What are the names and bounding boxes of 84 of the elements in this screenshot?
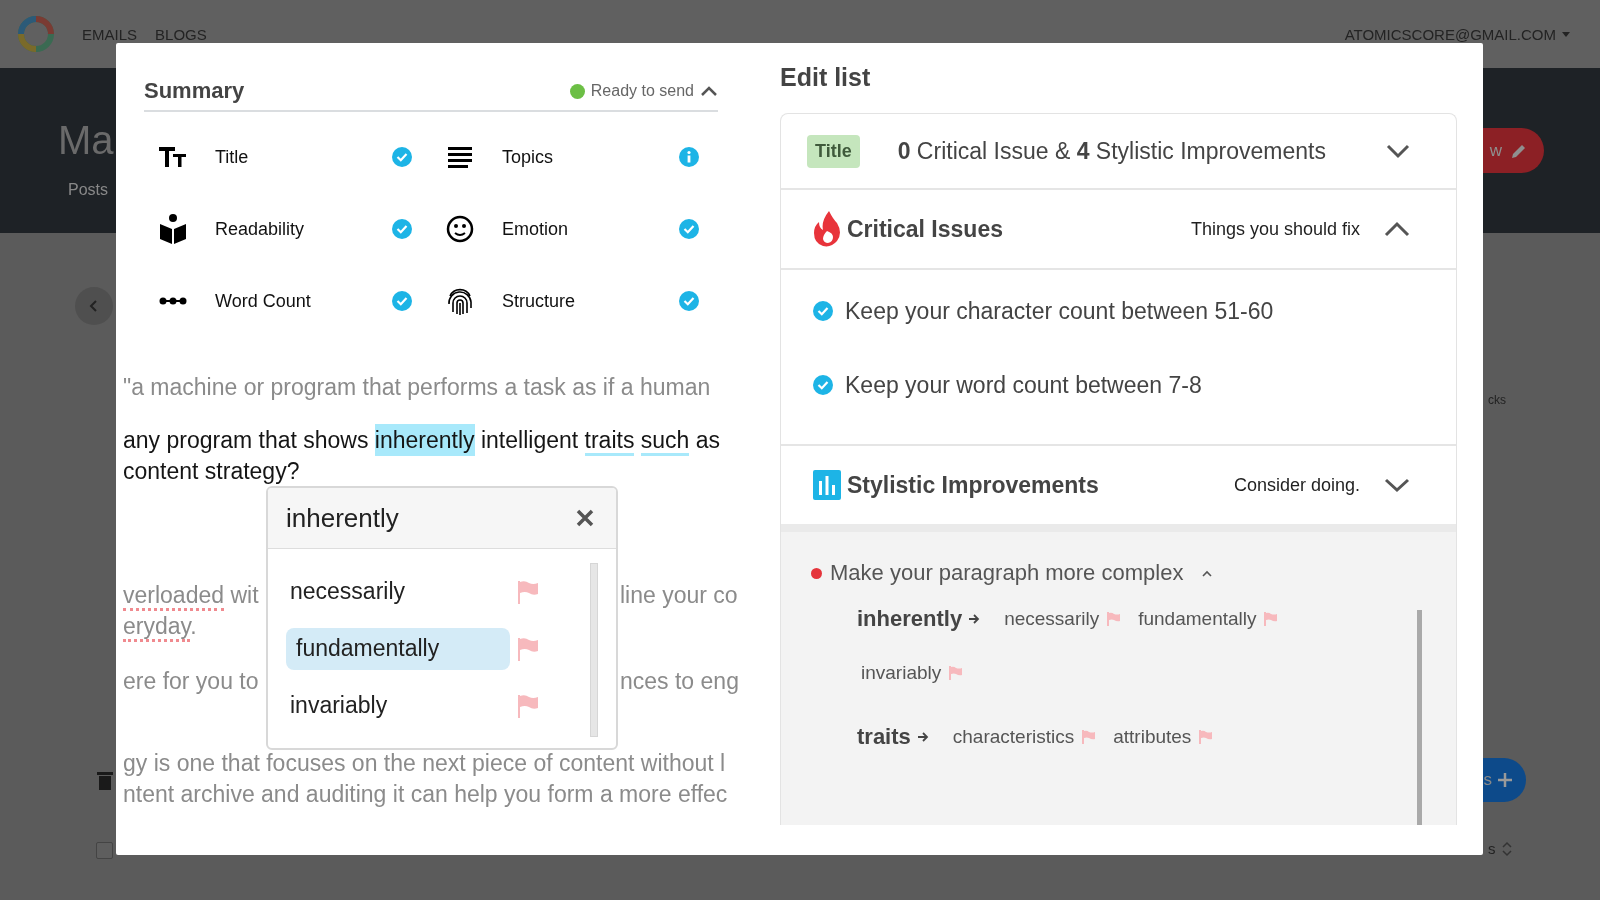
flagged-word: inherently [857,606,963,632]
paragraph-text: gy is one that focuses on the next piece of content without l [123,750,726,776]
check-icon [392,291,412,311]
flag-icon[interactable] [1264,612,1278,626]
flag-icon[interactable] [1082,730,1096,744]
side-label: cks [1488,393,1506,407]
alert-dot [811,567,822,579]
status-text: Ready to send [590,82,694,100]
section-title: Stylistic Improvements [847,471,1099,499]
title-badge: Title [807,134,860,168]
info-icon [679,147,699,167]
fingerprint-icon [446,286,474,316]
flag-icon[interactable] [949,666,963,680]
flagged-word: traits [857,724,911,750]
paragraph-text: ere for you to [123,667,259,696]
back-button[interactable] [75,287,113,325]
sort-icon[interactable] [1501,840,1512,857]
scrollbar[interactable] [1417,610,1422,825]
suggestion-text: Make your paragraph more complex [830,560,1184,586]
check-icon [392,147,412,167]
check-icon [679,291,699,311]
paragraph-text: eryday. [123,613,197,642]
paragraph-text: content strategy? [123,458,300,484]
issue-text: Keep your character count between 51-60 [845,297,1274,325]
chevron-up-icon[interactable] [700,85,718,97]
caret-down-icon[interactable] [1562,31,1570,37]
close-icon[interactable] [576,509,594,527]
alternative-word[interactable]: attributes [1113,726,1192,748]
paragraph-text: any program that shows inherently intelligent traits such as [123,427,721,453]
text-lines-icon [446,146,474,168]
flag-icon[interactable] [1199,730,1213,744]
page-title: Ma [58,118,114,163]
summary-title: Summary [144,78,245,104]
summary-label: Readability [215,218,306,240]
check-icon [392,219,412,239]
issue-summary: 0 Critical Issue & 4 Stylistic Improvements [897,137,1326,165]
synonym-option[interactable]: necessarily [286,570,510,613]
paragraph-text: nces to eng [620,667,739,696]
trash-icon[interactable] [97,770,113,790]
section-hint: Consider doing. [1233,474,1360,496]
flame-icon [813,211,841,247]
alternative-word[interactable]: invariably [861,662,942,684]
alternative-word[interactable]: necessarily [1004,608,1100,630]
bar-chart-icon [813,470,841,500]
synonym-option[interactable]: invariably [286,684,510,727]
posts-tab[interactable]: Posts [68,181,108,199]
chevron-down-icon[interactable] [1384,477,1410,493]
summary-label: Word Count [215,290,312,312]
summary-label: Emotion [502,218,570,240]
chevron-down-icon[interactable] [1386,143,1410,159]
popup-word: inherently [286,502,399,534]
alternative-word[interactable]: fundamentally [1138,608,1257,630]
check-icon [679,219,699,239]
paragraph-text: ntent archive and auditing it can help you form a more effec [123,781,728,807]
plus-icon [1498,773,1512,787]
text-size-icon [159,145,187,169]
flag-icon[interactable] [517,636,539,661]
smiley-icon [446,215,474,243]
row-checkbox[interactable] [96,842,113,859]
flag-icon[interactable] [517,579,539,604]
status-dot [569,83,585,99]
dots-icon [159,296,187,306]
reader-icon [159,214,187,244]
summary-label: Structure [502,290,577,312]
chevron-up-icon[interactable] [1384,221,1410,237]
flag-icon[interactable] [1107,612,1121,626]
scrollbar[interactable] [590,563,598,737]
arrow-icon [968,613,981,625]
caret-up-icon[interactable] [1201,569,1214,577]
issue-text: Keep your word count between 7-8 [845,371,1202,399]
summary-label: Topics [502,146,555,168]
paragraph-text: "a machine or program that performs a task as if a human [123,374,711,400]
edit-list-title: Edit list [780,63,872,92]
chevron-left-icon [88,299,100,313]
paragraph-text: verloaded wit [123,580,259,611]
synonym-option[interactable]: fundamentally [286,627,510,670]
flag-icon[interactable] [517,693,539,718]
arrow-icon [916,731,929,743]
summary-label: Title [215,146,250,168]
section-hint: Things you should fix [1190,218,1360,240]
section-title: Critical Issues [847,215,1003,243]
alternative-word[interactable]: characteristics [952,726,1075,748]
paragraph-text: line your co [620,581,738,610]
logo-icon[interactable] [16,14,56,54]
